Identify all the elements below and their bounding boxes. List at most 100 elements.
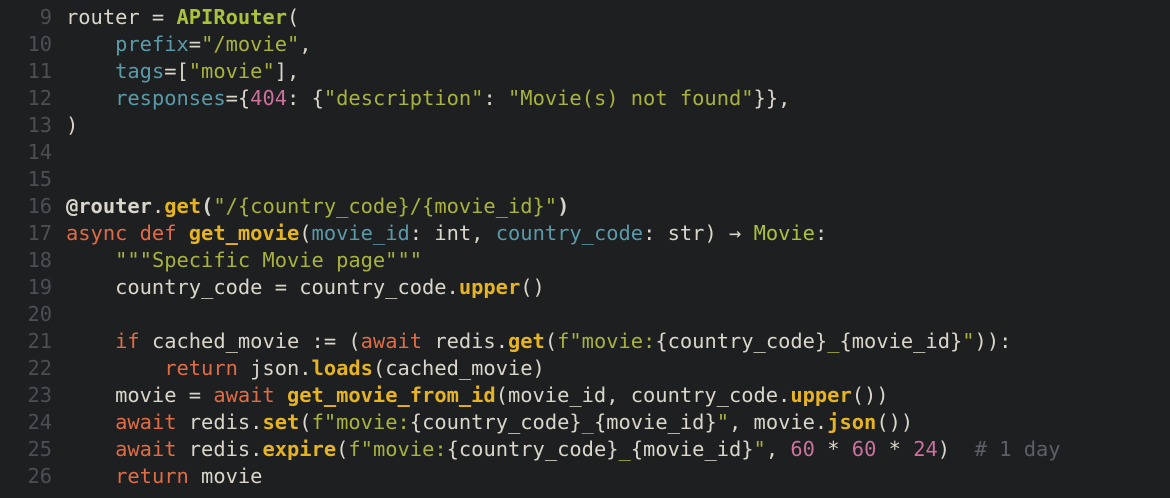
code-line[interactable]: 12 responses={404: {"description": "Movi… — [0, 85, 1170, 112]
code-text: responses={404: {"description": "Movie(s… — [66, 85, 790, 112]
code-token: 24 — [913, 437, 938, 461]
code-token: """Specific Movie page""" — [115, 248, 423, 272]
code-token: router = — [66, 5, 177, 29]
code-token: ={ — [225, 86, 251, 110]
code-token: ) — [557, 194, 570, 218]
code-token: json — [827, 410, 877, 434]
code-token: (movie_id, country_code. — [495, 383, 791, 407]
code-line[interactable]: 14 — [0, 139, 1170, 166]
code-line[interactable]: 13) — [0, 112, 1170, 139]
code-token: ( — [299, 221, 312, 245]
code-token: cached_movie := ( — [151, 329, 361, 353]
code-token: )) — [974, 329, 1000, 353]
code-token: get — [164, 194, 202, 218]
code-line[interactable]: 25 await redis.expire(f"movie:{country_c… — [0, 436, 1170, 463]
code-token: str — [667, 221, 705, 245]
code-token: : — [643, 221, 668, 245]
code-token: # 1 day — [974, 437, 1061, 461]
code-token: tags — [115, 59, 165, 83]
code-token: " — [716, 410, 729, 434]
code-token: ()) — [851, 383, 889, 407]
code-text: return movie — [66, 463, 262, 490]
code-line[interactable]: 26 return movie — [0, 463, 1170, 490]
code-line[interactable]: 24 await redis.set(f"movie:{country_code… — [0, 409, 1170, 436]
code-token: ) — [937, 437, 975, 461]
code-token: _ — [618, 437, 631, 461]
code-line[interactable]: 20 — [0, 301, 1170, 328]
code-text: tags=["movie"], — [66, 58, 299, 85]
code-token: _ — [581, 410, 594, 434]
code-token: country_code — [495, 221, 644, 245]
code-token: : — [409, 221, 435, 245]
code-token: ( — [201, 194, 214, 218]
line-number: 22 — [27, 356, 52, 380]
code-line[interactable]: 17 async def get_movie(movie_id: int, cou… — [0, 220, 1170, 247]
code-token: upper — [458, 275, 521, 299]
code-token: = — [188, 32, 202, 56]
code-token: "/movie" — [201, 32, 300, 56]
code-token: " — [753, 437, 766, 461]
code-token: movie_id — [311, 221, 410, 245]
code-token: : — [814, 221, 828, 245]
code-token: ], — [274, 59, 300, 83]
code-line[interactable]: 16 @router.get("/{country_code}/{movie_id… — [0, 193, 1170, 220]
code-token: _ — [827, 329, 840, 353]
code-token: async def — [66, 221, 189, 245]
code-text: await redis.set(f"movie:{country_code}_{… — [66, 409, 913, 436]
code-text: return json.loads(cached_movie) — [66, 355, 545, 382]
code-token: (cached_movie) — [372, 356, 545, 380]
code-token: redis. — [188, 437, 263, 461]
code-token: await — [360, 329, 435, 353]
code-token: , — [765, 437, 791, 461]
code-line[interactable]: 19 country_code = country_code.upper() — [0, 274, 1170, 301]
code-line[interactable]: 21 if cached_movie := (await redis.get(f… — [0, 328, 1170, 355]
code-token: if — [115, 329, 152, 353]
code-token: await — [115, 410, 189, 434]
line-number: 24 — [27, 410, 52, 434]
code-token: : { — [287, 86, 324, 110]
code-token: "movie" — [188, 59, 275, 83]
code-token: int — [434, 221, 472, 245]
code-token: ( — [544, 329, 558, 353]
code-line[interactable]: 23 movie = await get_movie_from_id(movie… — [0, 382, 1170, 409]
code-text: await redis.expire(f"movie:{country_code… — [66, 436, 1061, 463]
code-editor[interactable]: 9 router = APIRouter(10 prefix="/movie", 1… — [0, 0, 1170, 490]
code-token: * — [814, 437, 852, 461]
code-token: ) → — [704, 221, 754, 245]
code-token: redis. — [188, 410, 263, 434]
code-token: Movie — [753, 221, 815, 245]
code-token: =[ — [164, 59, 189, 83]
code-token: loads — [311, 356, 373, 380]
code-token: APIRouter — [176, 5, 288, 29]
code-line[interactable]: 11 tags=["movie"], — [0, 58, 1170, 85]
code-token: f"movie: — [557, 329, 656, 353]
code-text: prefix="/movie", — [66, 31, 311, 58]
code-line[interactable]: 22 return json.loads(cached_movie) — [0, 355, 1170, 382]
code-token: f"movie: — [311, 410, 410, 434]
code-token: get — [508, 329, 545, 353]
code-token: ) — [66, 113, 79, 137]
code-token: " — [962, 329, 975, 353]
code-token: "/{country_code}/{movie_id}" — [213, 194, 558, 218]
code-token: {country_code} — [655, 329, 828, 353]
code-token: movie — [201, 464, 263, 488]
code-token: movie = — [66, 383, 214, 407]
code-line[interactable]: 15 — [0, 166, 1170, 193]
code-line[interactable]: 10 prefix="/movie", — [0, 31, 1170, 58]
line-number: 14 — [27, 140, 52, 164]
code-line[interactable]: 9 router = APIRouter( — [0, 4, 1170, 31]
code-token: 60 — [851, 437, 877, 461]
code-line[interactable]: 18 """Specific Movie page""" — [0, 247, 1170, 274]
code-text: if cached_movie := (await redis.get(f"mo… — [66, 328, 1011, 355]
code-token: }}, — [753, 86, 791, 110]
code-token: get_movie_from_id — [287, 383, 496, 407]
code-token: return — [164, 356, 251, 380]
code-text: country_code = country_code.upper() — [66, 274, 545, 301]
